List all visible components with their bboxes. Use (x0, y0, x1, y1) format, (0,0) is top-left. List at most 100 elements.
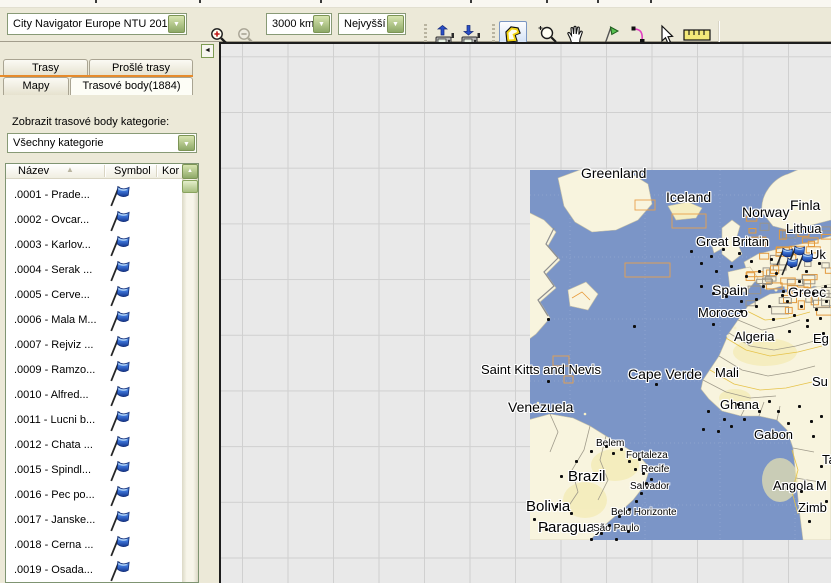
scroll-up-button[interactable]: ▲ (182, 164, 198, 179)
waypoint-name: .0007 - Rejviz ... (14, 339, 93, 351)
column-header-kor[interactable]: Kor (162, 165, 179, 177)
waypoint-flag-icon (106, 184, 130, 207)
waypoint-flag-icon (106, 509, 130, 532)
category-filter-value: Všechny kategorie (13, 137, 104, 149)
waypoint-row[interactable]: .0017 - Janske... (6, 508, 182, 533)
map-label: Lithua (786, 221, 821, 236)
waypoint-dot (820, 415, 823, 418)
map-product-value: City Navigator Europe NTU 2012.3 (13, 18, 183, 30)
column-separator[interactable] (156, 165, 157, 177)
waypoint-dot (570, 512, 573, 515)
waypoint-dot (737, 403, 740, 406)
scroll-thumb[interactable] (182, 180, 198, 193)
chevron-down-icon[interactable]: ▼ (387, 15, 404, 33)
waypoint-dot (730, 425, 733, 428)
waypoint-row[interactable]: .0001 - Prade... (6, 183, 182, 208)
main-toolbar: City Navigator Europe NTU 2012.3 ▼ 3000 … (0, 8, 831, 42)
waypoint-dot (590, 450, 593, 453)
map-label: Zimb (798, 500, 827, 515)
map-scale-value: 3000 km (272, 18, 314, 30)
waypoint-dot (758, 410, 761, 413)
waypoint-row[interactable]: .0006 - Mala M... (6, 308, 182, 333)
waypoint-dot (633, 325, 636, 328)
waypoint-flag-icon (106, 534, 130, 557)
waypoint-dot (560, 475, 563, 478)
waypoint-dot (755, 298, 758, 301)
map-label: Cape Verde (628, 366, 702, 382)
waypoint-row[interactable]: .0003 - Karlov... (6, 233, 182, 258)
waypoint-dot (825, 300, 828, 303)
waypoint-row[interactable]: .0011 - Lucni b... (6, 408, 182, 433)
menu-bar-remnant (0, 0, 831, 8)
waypoint-dot (738, 252, 741, 255)
map-product-select[interactable]: City Navigator Europe NTU 2012.3 ▼ (7, 13, 187, 35)
map-label: Saint Kitts and Nevis (481, 362, 601, 377)
map-label: Gabon (754, 427, 793, 442)
waypoint-row[interactable]: .0007 - Rejviz ... (6, 333, 182, 358)
waypoint-row[interactable]: .0010 - Alfred... (6, 383, 182, 408)
waypoint-row[interactable]: .0019 - Osada... (6, 558, 182, 582)
map-canvas[interactable]: GreenlandIcelandNorwayFinlaGreat Britain… (219, 42, 831, 583)
tab-trasy[interactable]: Trasy (3, 59, 88, 76)
tab-label: Trasové body(1884) (82, 80, 180, 92)
waypoint-row[interactable]: .0009 - Ramzo... (6, 358, 182, 383)
waypoint-name: .0001 - Prade... (14, 189, 90, 201)
waypoint-row[interactable]: .0018 - Cerna ... (6, 533, 182, 558)
list-scrollbar[interactable]: ▲ (182, 164, 198, 582)
waypoint-dot (628, 508, 631, 511)
column-header-symbol[interactable]: Symbol (114, 165, 151, 177)
waypoint-flag-icon (106, 409, 130, 432)
map-label: Iceland (666, 189, 711, 205)
waypoint-dot (812, 292, 815, 295)
waypoint-row[interactable]: .0002 - Ovcar... (6, 208, 182, 233)
waypoint-row[interactable]: .0005 - Cerve... (6, 283, 182, 308)
waypoint-flag-icon (106, 309, 130, 332)
map-scale-select[interactable]: 3000 km ▼ (266, 13, 332, 35)
column-header-name[interactable]: Název (18, 165, 49, 177)
chevron-down-icon[interactable]: ▼ (313, 15, 330, 33)
chevron-down-icon[interactable]: ▼ (168, 15, 185, 33)
tab-prosle-trasy[interactable]: Prošlé trasy (89, 59, 193, 76)
map-detail-value: Nejvyšší (344, 18, 386, 30)
waypoint-dot (545, 528, 548, 531)
waypoint-name: .0002 - Ovcar... (14, 214, 89, 226)
waypoint-name: .0012 - Chata ... (14, 439, 93, 451)
map-label: Spain (712, 282, 748, 298)
waypoint-name: .0004 - Serak ... (14, 264, 92, 276)
map-label: Recife (641, 464, 669, 475)
waypoint-dot (723, 418, 726, 421)
waypoint-name: .0017 - Janske... (14, 514, 95, 526)
category-filter-select[interactable]: Všechny kategorie ▼ (7, 133, 197, 153)
waypoint-row[interactable]: .0016 - Pec po... (6, 483, 182, 508)
waypoint-dot (819, 317, 822, 320)
waypoint-dot (812, 435, 815, 438)
waypoint-dot (800, 305, 803, 308)
waypoint-row[interactable]: .0015 - Spindl... (6, 458, 182, 483)
waypoint-flag-icon (106, 209, 130, 232)
waypoint-dot (772, 318, 775, 321)
waypoint-flag-icon (106, 459, 130, 482)
collapse-panel-button[interactable]: ◄ (201, 44, 214, 58)
chevron-down-icon[interactable]: ▼ (178, 135, 195, 151)
waypoint-flag-icon (106, 334, 130, 357)
waypoint-flag-icon (106, 359, 130, 382)
waypoint-row[interactable]: .0012 - Chata ... (6, 433, 182, 458)
waypoint-flag-icon (106, 234, 130, 257)
waypoint-dot (634, 468, 637, 471)
waypoint-dot (612, 452, 615, 455)
map-label: Norway (742, 204, 789, 220)
waypoint-row[interactable]: .0004 - Serak ... (6, 258, 182, 283)
waypoint-dot (642, 472, 645, 475)
waypoint-dot (640, 492, 643, 495)
list-header: Název ▲ Symbol Kor (6, 164, 198, 179)
mapsource-window: { "toolbar": { "product_select": "City N… (0, 0, 831, 583)
waypoint-dot (627, 530, 630, 533)
waypoint-dot (707, 410, 710, 413)
map-label: Brazil (568, 468, 606, 485)
tab-trasove-body[interactable]: Trasové body(1884) (70, 77, 193, 95)
column-separator[interactable] (104, 165, 105, 177)
tab-label: Mapy (23, 80, 50, 92)
map-detail-select[interactable]: Nejvyšší ▼ (338, 13, 406, 35)
tab-mapy[interactable]: Mapy (3, 77, 69, 95)
map-label: Algeria (734, 329, 774, 344)
